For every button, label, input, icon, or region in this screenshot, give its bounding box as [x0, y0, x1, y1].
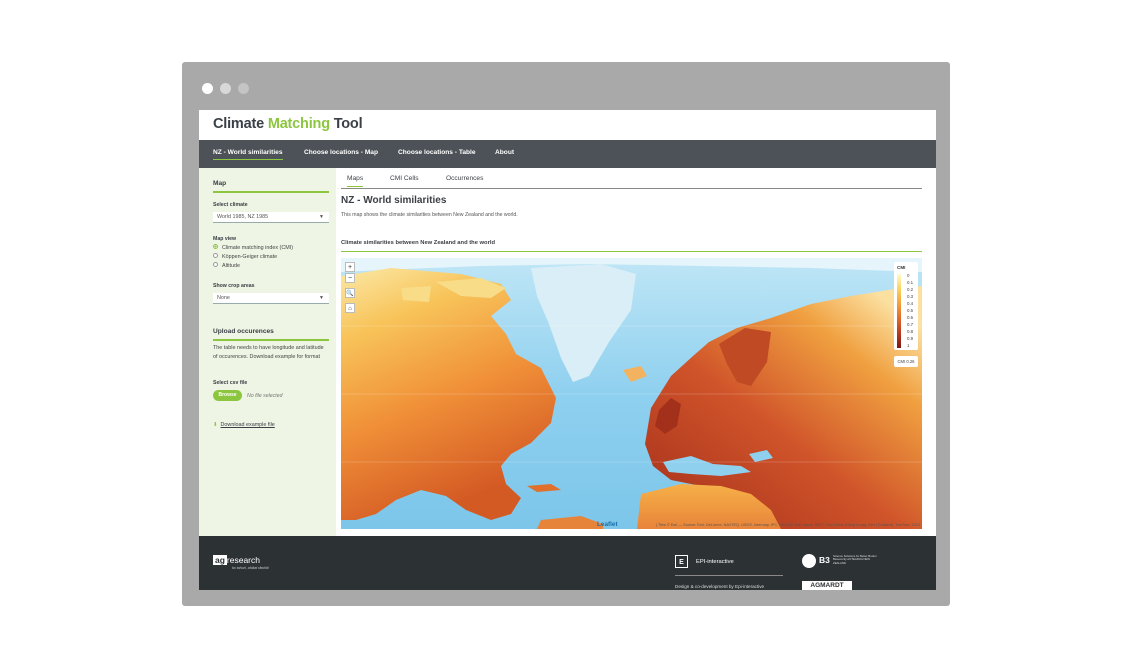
heading-divider: [213, 191, 329, 193]
legend-title: CMI: [897, 265, 906, 270]
top-navigation: NZ - World similarities Choose locations…: [199, 140, 936, 168]
cmi-world-map[interactable]: + − 🔍 ⌂ CMI 0 0.1 0.2 0.3 0.4 0.5 0.6 0.…: [341, 258, 922, 529]
epi-logo-icon[interactable]: E: [675, 555, 688, 568]
legend-tick: 0.4: [907, 301, 914, 306]
upload-instructions: The table needs to have longitude and la…: [213, 345, 324, 360]
legend-tick: 0.8: [907, 329, 914, 334]
legend-tick: 0.6: [907, 315, 914, 320]
caret-down-icon: ▼: [319, 295, 324, 301]
no-file-status: No file selected: [247, 393, 283, 399]
window-dot-maximize[interactable]: [238, 83, 249, 94]
b3-subtitle: Science Solutions for Better Border Bios…: [833, 554, 877, 565]
zoom-out-button[interactable]: −: [345, 273, 355, 283]
legend-tick: 1: [907, 343, 910, 348]
legend-tick: 0.5: [907, 308, 914, 313]
crop-areas-label: Show crop areas: [213, 283, 255, 289]
radio-unselected-icon: [213, 253, 218, 259]
nav-nz-world-similarities[interactable]: NZ - World similarities: [213, 149, 283, 160]
page-description: This map shows the climate similarities …: [341, 212, 518, 218]
agresearch-tagline: ko tahuri, ahikai rāwhiti: [232, 566, 269, 570]
home-icon[interactable]: ⌂: [345, 303, 355, 313]
caret-down-icon: ▼: [319, 214, 324, 220]
map-section-heading: Climate similarities between New Zealand…: [341, 240, 495, 246]
browser-window: Climate Matching Tool NZ - World similar…: [182, 62, 950, 606]
radio-cmi[interactable]: Climate matching index (CMI): [213, 244, 293, 251]
sidebar: Map Select climate World 1985, NZ 1985 ▼…: [199, 168, 336, 536]
download-icon: ⬇: [213, 422, 218, 428]
legend-tick: 0.1: [907, 280, 914, 285]
nav-about[interactable]: About: [495, 149, 514, 156]
epi-interactive-name[interactable]: EPI-interactive: [696, 559, 734, 565]
radio-koppen-geiger[interactable]: Köppen-Geiger climate: [213, 253, 277, 260]
agresearch-logo[interactable]: ag research: [213, 555, 260, 565]
tab-cmi-cells[interactable]: CMI Cells: [390, 175, 419, 182]
window-dot-minimize[interactable]: [220, 83, 231, 94]
footer-divider: [675, 575, 783, 576]
map-view-label: Map view: [213, 236, 237, 242]
b3-logo-icon[interactable]: [802, 554, 816, 568]
radio-selected-icon: [213, 244, 218, 250]
tab-maps[interactable]: Maps: [347, 175, 364, 187]
download-example-link[interactable]: ⬇ Download example file: [213, 422, 275, 428]
web-page: Climate Matching Tool NZ - World similar…: [199, 110, 936, 590]
app-title: Climate Matching Tool: [213, 116, 363, 132]
magnifier-icon[interactable]: 🔍: [345, 288, 355, 298]
legend-tick: 0.2: [907, 287, 914, 292]
zoom-in-button[interactable]: +: [345, 262, 355, 272]
section-divider: [341, 251, 922, 253]
map-tiles: [341, 258, 922, 529]
crop-areas-value: None: [217, 295, 230, 301]
crop-areas-dropdown[interactable]: None ▼: [213, 293, 329, 304]
select-climate-value: World 1985, NZ 1985: [217, 214, 269, 220]
legend-tick: 0.3: [907, 294, 914, 299]
page-heading: NZ - World similarities: [341, 195, 447, 206]
heading-divider: [213, 339, 329, 341]
browse-button[interactable]: Browse: [213, 390, 242, 401]
design-credit: Design & co-development by Epi-interacti…: [675, 584, 765, 589]
csv-file-label: Select csv file: [213, 380, 248, 386]
footer: ag research ko tahuri, ahikai rāwhiti E E…: [199, 536, 936, 590]
radio-unselected-icon: [213, 262, 218, 268]
cmi-readout: CMI 0.26: [894, 356, 918, 367]
window-dot-close[interactable]: [202, 83, 213, 94]
map-attribution: | Tiles © Esri — Source: Esri, DeLorme, …: [655, 523, 920, 527]
legend-color-ramp: [897, 274, 901, 348]
nav-choose-locations-table[interactable]: Choose locations - Table: [398, 149, 476, 156]
upload-heading: Upload occurences: [213, 328, 274, 335]
cmi-legend: CMI 0 0.1 0.2 0.3 0.4 0.5 0.6 0.7 0.8 0.…: [894, 262, 918, 350]
select-climate-dropdown[interactable]: World 1985, NZ 1985 ▼: [213, 212, 329, 223]
leaflet-link[interactable]: Leaflet: [597, 521, 618, 528]
select-climate-label: Select climate: [213, 202, 248, 208]
map-panel-heading: Map: [213, 180, 227, 187]
legend-tick: 0: [907, 273, 910, 278]
tab-occurrences[interactable]: Occurrences: [446, 175, 483, 182]
b3-logo-text[interactable]: B3: [819, 555, 830, 565]
nav-choose-locations-map[interactable]: Choose locations - Map: [304, 149, 378, 156]
agmardt-logo[interactable]: AGMARDT: [802, 581, 852, 590]
content-tabs: Maps CMI Cells Occurrences: [341, 168, 922, 189]
legend-tick: 0.7: [907, 322, 914, 327]
radio-altitude[interactable]: Altitude: [213, 262, 240, 269]
legend-tick: 0.9: [907, 336, 914, 341]
